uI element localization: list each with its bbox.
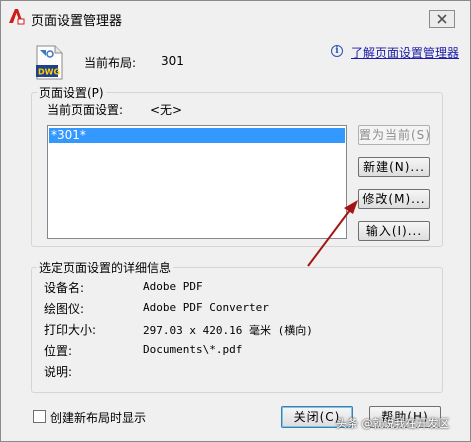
page-setup-group-title: 页面设置(P) [37, 84, 106, 101]
help-link[interactable]: 了解页面设置管理器 [351, 44, 459, 61]
page-setup-manager-window: 页面设置管理器 DWG 当前布局: 301 i 了解页面设置管理器 页面设置(P… [0, 0, 471, 442]
detail-label-plot-size: 打印大小: [44, 323, 97, 337]
current-page-setup-value: <无> [150, 103, 183, 117]
detail-label-plotter: 绘图仪: [44, 302, 85, 316]
current-layout-label: 当前布局: [84, 56, 137, 70]
detail-value-device: Adobe PDF [143, 280, 203, 293]
detail-value-location: Documents\*.pdf [143, 343, 243, 356]
set-current-button[interactable]: 置为当前(S) [358, 125, 430, 145]
current-layout-value: 301 [161, 54, 184, 68]
info-icon: i [331, 45, 343, 57]
modify-button[interactable]: 修改(M)... [358, 189, 430, 209]
details-group-title: 选定页面设置的详细信息 [37, 259, 174, 276]
new-button[interactable]: 新建(N)... [358, 157, 430, 177]
watermark-text: 头条 @就说我在开发区 [336, 417, 450, 430]
detail-label-device: 设备名: [44, 281, 85, 295]
autocad-app-icon [9, 9, 25, 25]
list-item[interactable]: *301* [49, 128, 345, 143]
close-window-button[interactable] [429, 10, 455, 28]
show-on-new-layout-checkbox[interactable] [33, 410, 46, 423]
title-bar[interactable]: 页面设置管理器 [1, 1, 470, 33]
detail-label-location: 位置: [44, 344, 73, 358]
page-setup-list[interactable]: *301* [47, 125, 347, 239]
close-icon [437, 14, 447, 24]
detail-label-description: 说明: [44, 365, 73, 379]
detail-value-plot-size: 297.03 x 420.16 毫米 (横向) [143, 324, 313, 337]
import-button[interactable]: 输入(I)... [358, 221, 430, 241]
dwg-icon-text: DWG [38, 68, 60, 77]
show-on-new-layout-label: 创建新布局时显示 [50, 411, 147, 425]
window-title: 页面设置管理器 [31, 14, 123, 29]
dwg-file-icon: DWG [36, 45, 63, 80]
current-page-setup-label: 当前页面设置: [47, 103, 124, 117]
detail-value-plotter: Adobe PDF Converter [143, 301, 269, 314]
